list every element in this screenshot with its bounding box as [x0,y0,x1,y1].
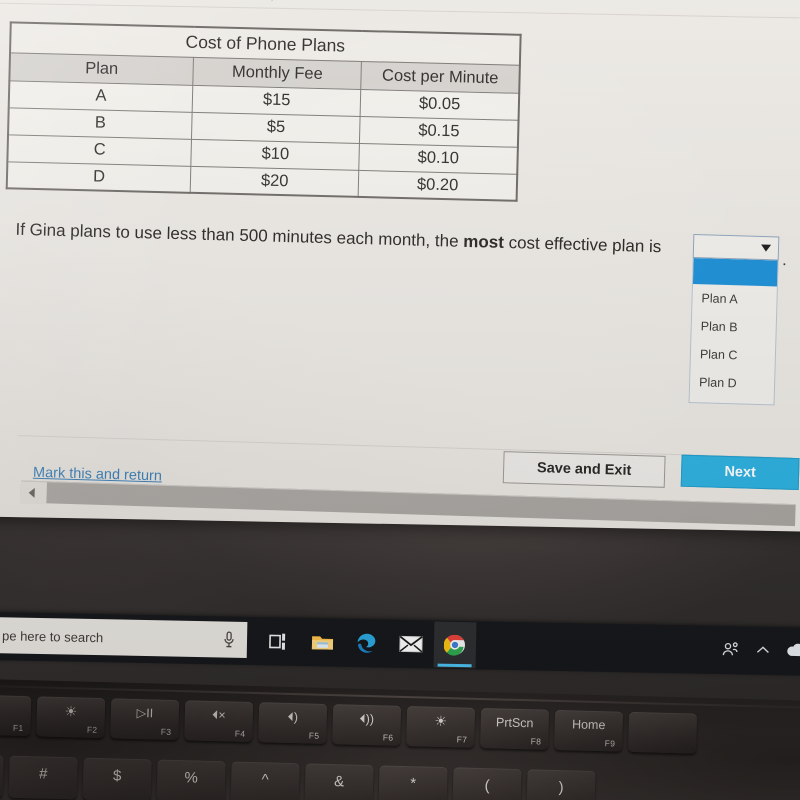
laptop-screen: answer the questions about the phone pla… [0,0,800,532]
key-fn-label: F7 [456,734,468,745]
question-part-1: If Gina plans to use less than 500 minut… [15,219,464,251]
key-3-hash[interactable]: # [8,755,78,800]
function-key-row: F1 ☀ F2 ▷II F3 ⏴× F4 ⏴) F5 ⏴)) F6 ☀ F7 P… [0,694,698,754]
key-2-at[interactable]: @ [0,753,4,798]
cut-off-text-sliver: answer the questions about the phone pla… [22,0,762,16]
key-f6-volume-up[interactable]: ⏴)) F6 [332,704,402,746]
key-glyph: & [333,773,345,791]
key-glyph [0,701,31,703]
key-f10[interactable] [628,711,698,754]
chevron-up-icon[interactable] [756,645,770,655]
question-text: If Gina plans to use less than 500 minut… [15,218,775,263]
question-part-2: cost effective plan is [503,232,662,257]
people-icon[interactable] [722,641,740,657]
key-4-dollar[interactable]: $ [82,757,152,800]
cell-monthly-fee: $5 [191,111,361,143]
chevron-left-icon[interactable] [28,487,35,498]
edge-icon[interactable] [346,620,389,667]
file-explorer-icon[interactable] [302,619,345,666]
microphone-icon[interactable] [223,631,235,649]
key-glyph [629,719,697,721]
cell-cost-per-minute: $0.20 [358,169,518,201]
dropdown-option-plan-d[interactable]: Plan D [690,368,775,398]
laptop-keyboard: F1 ☀ F2 ▷II F3 ⏴× F4 ⏴) F5 ⏴)) F6 ☀ F7 P… [0,678,800,800]
dropdown-option-list[interactable]: Plan A Plan B Plan C Plan D [688,258,779,406]
key-f9-home[interactable]: Home F9 [554,709,624,752]
volume-mute-icon: ⏴× [211,707,226,723]
key-glyph: $ [112,767,122,785]
question-trailing-period: . [781,250,787,270]
key-5-percent[interactable]: % [156,759,226,800]
cell-monthly-fee: $15 [192,84,362,116]
key-glyph: ( [484,777,490,795]
cell-cost-per-minute: $0.05 [360,88,520,120]
plan-dropdown[interactable]: Plan A Plan B Plan C Plan D [688,234,780,406]
key-fn-label: F3 [160,726,172,737]
key-6-caret[interactable]: ^ [230,761,300,800]
next-button[interactable]: Next [680,454,800,491]
key-fn-label: F6 [382,732,394,743]
key-fn-label: F2 [86,724,98,735]
key-f7-keyboard-backlight[interactable]: ☀ F7 [406,706,476,748]
play-pause-icon: ▷II [136,705,154,721]
key-0-paren-close[interactable]: ) [526,769,596,800]
key-f5-volume-down[interactable]: ⏴) F5 [258,702,328,744]
column-header-cost-per-minute: Cost per Minute [361,60,520,93]
key-glyph: # [38,765,48,783]
column-header-monthly-fee: Monthly Fee [192,56,362,89]
brightness-icon: ☀ [64,703,78,720]
dropdown-option-plan-b[interactable]: Plan B [691,312,776,342]
search-placeholder-text: pe here to search [1,627,104,645]
taskbar-search-box[interactable]: pe here to search [0,617,248,658]
dropdown-closed-field[interactable] [692,234,780,261]
key-glyph: % [184,769,199,787]
key-8-asterisk[interactable]: * [378,765,448,800]
number-key-row: @ # $ % ^ & * ( ) [0,753,596,800]
taskbar-system-tray [722,626,800,674]
key-f2-brightness-up[interactable]: ☀ F2 [36,696,106,739]
key-fn-label: F9 [604,738,616,749]
cost-of-phone-plans-table: Cost of Phone Plans Plan Monthly Fee Cos… [5,21,522,202]
save-and-exit-button[interactable]: Save and Exit [502,451,666,488]
volume-up-icon: ⏴)) [359,711,375,727]
key-fn-label: F1 [12,722,24,734]
chevron-down-icon[interactable] [760,244,772,252]
dropdown-option-plan-c[interactable]: Plan C [691,340,776,370]
key-glyph: ^ [261,771,269,789]
cell-plan: D [6,161,191,193]
task-view-icon[interactable] [258,618,301,665]
mail-icon[interactable] [390,621,433,668]
key-fn-label: F5 [308,730,320,741]
column-header-plan: Plan [9,52,194,85]
key-7-ampersand[interactable]: & [304,763,374,800]
key-glyph: PrtScn [495,715,534,731]
key-f4-mute[interactable]: ⏴× F4 [184,700,254,742]
keyboard-backlight-icon: ☀ [434,712,448,730]
key-f1[interactable]: F1 [0,694,32,737]
key-glyph: ) [558,779,564,797]
key-fn-label: F4 [234,728,246,739]
dropdown-option-blank[interactable] [692,258,778,287]
taskbar-pinned-icons [258,617,477,669]
chrome-icon[interactable] [433,621,477,669]
cell-cost-per-minute: $0.15 [359,115,519,147]
question-emphasis: most [463,231,505,252]
cell-monthly-fee: $10 [190,138,360,170]
screenshot-photo: answer the questions about the phone pla… [0,0,800,800]
key-glyph: @ [0,765,3,781]
key-9-paren-open[interactable]: ( [452,767,522,800]
cell-cost-per-minute: $0.10 [359,142,518,174]
cell-monthly-fee: $20 [190,165,360,197]
key-f3-play-pause[interactable]: ▷II F3 [110,698,180,741]
browser-content: answer the questions about the phone pla… [0,0,800,531]
key-glyph: * [409,775,417,793]
dropdown-option-plan-a[interactable]: Plan A [692,284,777,314]
horizontal-scrollbar[interactable] [20,480,796,527]
weather-cloud-icon[interactable] [786,642,800,658]
volume-down-icon: ⏴) [287,709,299,725]
key-f8-print-screen[interactable]: PrtScn F8 [480,707,550,750]
key-glyph: Home [571,717,606,733]
key-fn-label: F8 [530,736,542,747]
footer-divider [17,435,792,459]
